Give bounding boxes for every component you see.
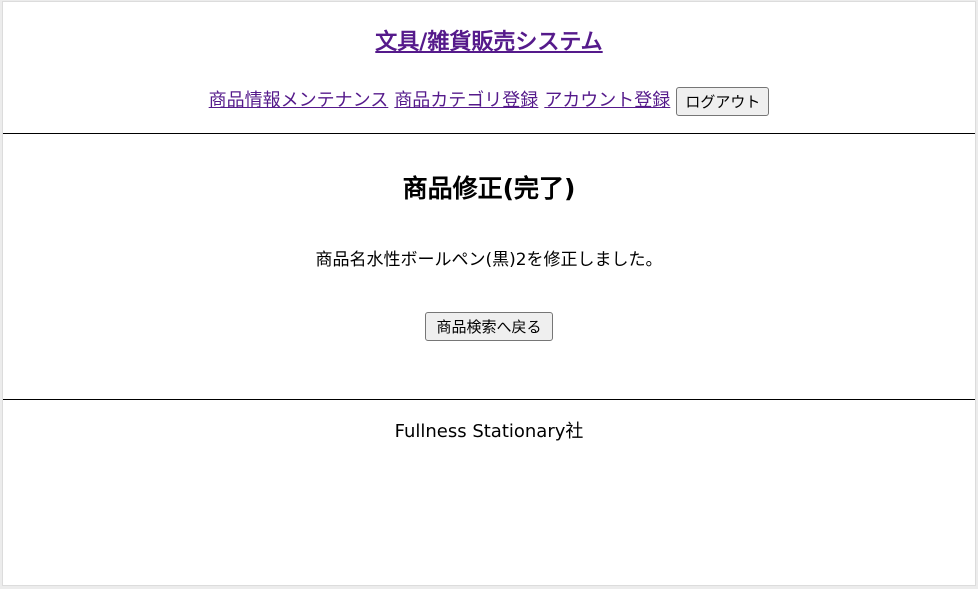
site-footer: Fullness Stationary社 (3, 400, 975, 550)
nav-link-category-registration[interactable]: 商品カテゴリ登録 (394, 89, 538, 113)
nav-link-product-maintenance[interactable]: 商品情報メンテナンス (209, 89, 389, 113)
back-to-search-button[interactable]: 商品検索へ戻る (425, 312, 553, 341)
main-nav: 商品情報メンテナンス 商品カテゴリ登録 アカウント登録 ログアウト (3, 86, 975, 116)
company-name: Fullness Stationary社 (394, 421, 584, 442)
page: 文具/雑貨販売システム 商品情報メンテナンス 商品カテゴリ登録 アカウント登録 … (3, 2, 975, 585)
site-header: 文具/雑貨販売システム 商品情報メンテナンス 商品カテゴリ登録 アカウント登録 … (3, 2, 975, 133)
nav-link-account-registration[interactable]: アカウント登録 (544, 89, 670, 113)
completion-message: 商品名水性ボールペン(黒)2を修正しました。 (315, 250, 663, 270)
logout-button[interactable]: ログアウト (676, 86, 770, 116)
site-title: 文具/雑貨販売システム (3, 28, 975, 58)
page-title: 商品修正(完了) (402, 174, 576, 203)
site-title-link[interactable]: 文具/雑貨販売システム (375, 30, 602, 55)
main-content: 商品修正(完了) 商品名水性ボールペン(黒)2を修正しました。 商品検索へ戻る (3, 134, 975, 399)
